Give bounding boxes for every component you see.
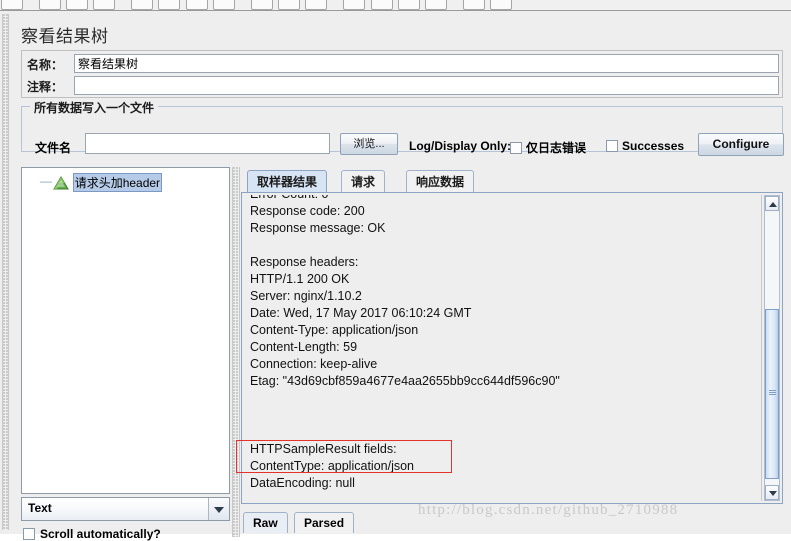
toolbar-button[interactable] bbox=[462, 0, 485, 10]
render-format-dropdown[interactable]: Text bbox=[21, 497, 230, 521]
name-input[interactable] bbox=[74, 54, 779, 73]
browse-button[interactable]: 浏览... bbox=[340, 133, 398, 155]
errors-only-label: 仅日志错误 bbox=[526, 141, 587, 155]
scroll-up-button[interactable] bbox=[765, 196, 779, 211]
triangle-down-icon bbox=[769, 491, 777, 496]
successes-label: Successes bbox=[622, 139, 685, 153]
text-line: Response code: 200 bbox=[250, 204, 365, 218]
text-line: Date: Wed, 17 May 2017 06:10:24 GMT bbox=[250, 306, 472, 320]
comment-label: 注释： bbox=[27, 80, 64, 94]
toolbar-button[interactable] bbox=[250, 0, 273, 10]
toolbar-button[interactable] bbox=[93, 0, 116, 10]
jmeter-window: 察看结果树 名称： 注释： 所有数据写入一个文件 文件名 浏览... Log/D… bbox=[0, 0, 791, 541]
results-tree-pane[interactable]: — 请求头加header bbox=[21, 167, 230, 494]
text-line: Content-Type: application/json bbox=[250, 323, 419, 337]
filename-label: 文件名 bbox=[35, 141, 72, 155]
vertical-scrollbar[interactable] bbox=[764, 195, 780, 501]
log-display-only-label: Log/Display Only: bbox=[409, 139, 512, 153]
triangle-up-icon bbox=[769, 202, 777, 207]
toolbar-button[interactable] bbox=[305, 0, 328, 10]
toolbar-button[interactable] bbox=[370, 0, 393, 10]
checkbox-box-icon bbox=[23, 528, 35, 540]
text-line: HTTP/1.1 200 OK bbox=[250, 272, 350, 286]
sampler-result-panel: Error Count: 0 Response code: 200 Respon… bbox=[241, 192, 783, 504]
subtab-parsed[interactable]: Parsed bbox=[294, 512, 355, 533]
scroll-down-button[interactable] bbox=[765, 485, 779, 500]
render-format-value: Text bbox=[28, 501, 52, 515]
toolbar-button[interactable] bbox=[1, 0, 23, 10]
sampler-result-text[interactable]: Error Count: 0 Response code: 200 Respon… bbox=[244, 195, 762, 501]
toolbar-button[interactable] bbox=[66, 0, 89, 10]
pane-divider-vertical[interactable] bbox=[2, 14, 9, 530]
checkbox-box-icon bbox=[606, 140, 618, 152]
text-line: Error Count: 0 bbox=[250, 195, 755, 203]
tree-expander-icon[interactable]: — bbox=[40, 174, 52, 188]
text-line: Content-Length: 59 bbox=[250, 340, 358, 354]
text-line bbox=[250, 237, 755, 254]
comment-row: 注释： bbox=[22, 75, 782, 97]
name-row: 名称： bbox=[22, 53, 782, 75]
tree-row[interactable]: — 请求头加header bbox=[40, 173, 163, 192]
green-listener-icon bbox=[53, 176, 70, 190]
name-label: 名称： bbox=[27, 58, 64, 72]
toolbar-button[interactable] bbox=[425, 0, 448, 10]
toolbar-button[interactable] bbox=[185, 0, 208, 10]
text-line: Server: nginx/1.10.2 bbox=[250, 289, 362, 303]
tree-item-label[interactable]: 请求头加header bbox=[72, 173, 163, 192]
text-line: ContentType: application/json bbox=[250, 459, 414, 473]
listener-panel: 察看结果树 名称： 注释： 所有数据写入一个文件 文件名 浏览... Log/D… bbox=[13, 12, 789, 541]
split-pane-divider[interactable] bbox=[232, 167, 240, 537]
text-line: Connection: keep-alive bbox=[250, 357, 378, 371]
text-line: Response message: OK bbox=[250, 221, 386, 235]
result-detail-pane: 取样器结果 请求 响应数据 Error Count: 0 Response co… bbox=[241, 167, 783, 537]
errors-only-checkbox[interactable]: 仅日志错误 bbox=[510, 139, 586, 156]
text-line bbox=[250, 424, 755, 441]
toolbar-button[interactable] bbox=[343, 0, 366, 10]
toolbar-button[interactable] bbox=[38, 0, 61, 10]
write-file-group-title: 所有数据写入一个文件 bbox=[30, 99, 159, 116]
toolbar bbox=[0, 0, 791, 11]
text-line: Etag: "43d69cbf859a4677e4aa2655bb9cc644d… bbox=[250, 374, 560, 388]
tab-sampler-result[interactable]: 取样器结果 bbox=[247, 170, 328, 193]
scrollbar-thumb[interactable] bbox=[765, 309, 779, 479]
toolbar-button[interactable] bbox=[490, 0, 513, 10]
text-line: HTTPSampleResult fields: bbox=[250, 442, 397, 456]
page-title: 察看结果树 bbox=[21, 27, 109, 46]
checkbox-box-icon bbox=[510, 142, 522, 154]
name-comment-box: 名称： 注释： bbox=[21, 50, 783, 98]
toolbar-button[interactable] bbox=[213, 0, 236, 10]
toolbar-button[interactable] bbox=[131, 0, 154, 10]
filename-input[interactable] bbox=[85, 133, 330, 154]
chevron-down-icon[interactable] bbox=[208, 498, 229, 520]
comment-input[interactable] bbox=[74, 76, 779, 95]
subtab-raw[interactable]: Raw bbox=[243, 512, 288, 533]
successes-checkbox[interactable]: Successes bbox=[606, 139, 684, 153]
tab-response-data[interactable]: 响应数据 bbox=[406, 170, 475, 193]
scrollbar-grip-icon bbox=[769, 390, 776, 395]
text-line: Response headers: bbox=[250, 255, 359, 269]
toolbar-button[interactable] bbox=[158, 0, 181, 10]
toolbar-button[interactable] bbox=[397, 0, 420, 10]
toolbar-button[interactable] bbox=[278, 0, 301, 10]
scroll-automatically-checkbox[interactable]: Scroll automatically? bbox=[23, 527, 161, 541]
scroll-automatically-label: Scroll automatically? bbox=[40, 527, 161, 541]
configure-button[interactable]: Configure bbox=[698, 133, 784, 156]
window-body: 察看结果树 名称： 注释： 所有数据写入一个文件 文件名 浏览... Log/D… bbox=[0, 12, 791, 541]
text-line bbox=[250, 407, 755, 424]
tab-request[interactable]: 请求 bbox=[341, 170, 386, 193]
text-line: DataEncoding: null bbox=[250, 476, 355, 490]
text-line bbox=[250, 390, 755, 407]
